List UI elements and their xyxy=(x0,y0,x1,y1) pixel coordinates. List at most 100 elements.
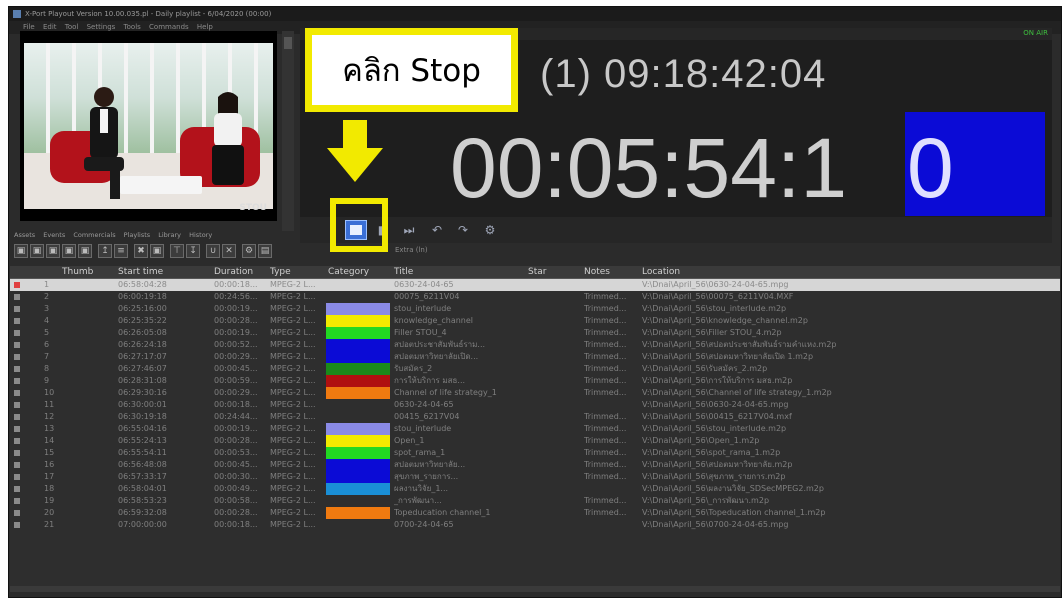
menu-file[interactable]: File xyxy=(23,23,35,31)
tab-history[interactable]: History xyxy=(189,231,212,239)
tab-events[interactable]: Events xyxy=(43,231,65,239)
table-row[interactable]: 21 07:00:00:00 00:00:18... MPEG-2 L... 0700-… xyxy=(10,519,1060,531)
row-number: 5 xyxy=(44,328,50,337)
table-row[interactable]: 18 06:58:04:01 00:00:49... MPEG-2 L... ผลงาน… xyxy=(10,483,1060,495)
menu-help[interactable]: Help xyxy=(197,23,213,31)
list-icon[interactable]: ≡ xyxy=(114,244,128,258)
table-row[interactable]: 13 06:55:04:16 00:00:19... MPEG-2 L... stou_… xyxy=(10,423,1060,435)
row-title: 0630-24-04-65 xyxy=(394,400,454,409)
row-status-icon xyxy=(14,486,20,492)
table-row[interactable]: 14 06:55:24:13 00:00:28... MPEG-2 L... Open_… xyxy=(10,435,1060,447)
table-row[interactable]: 12 06:30:19:18 00:24:44... MPEG-2 L... 00415… xyxy=(10,411,1060,423)
row-title: สปอตประชาสัมพันธ์ราม... xyxy=(394,340,486,349)
table-row[interactable]: 4 06:25:35:22 00:00:28... MPEG-2 L... knowle… xyxy=(10,315,1060,327)
filter-icon[interactable]: ⊤ xyxy=(170,244,184,258)
table-row[interactable]: 5 06:26:05:08 00:00:19... MPEG-2 L... Filler… xyxy=(10,327,1060,339)
table-row[interactable]: 16 06:56:48:08 00:00:45... MPEG-2 L... สปอตม… xyxy=(10,459,1060,471)
table-row[interactable]: 10 06:29:30:16 00:00:29... MPEG-2 L... Chann… xyxy=(10,387,1060,399)
col-star[interactable]: Star xyxy=(528,266,546,278)
row-start-time: 06:59:32:08 xyxy=(118,508,167,517)
row-number: 19 xyxy=(44,496,55,505)
menu-edit[interactable]: Edit xyxy=(43,23,57,31)
table-row[interactable]: 19 06:58:53:23 00:00:58... MPEG-2 L... _การพ… xyxy=(10,495,1060,507)
col-notes[interactable]: Notes xyxy=(584,266,610,278)
gear-icon[interactable]: ⚙ xyxy=(242,244,256,258)
row-status-icon xyxy=(14,402,20,408)
row-location: V:\Dnai\April_56\Filler STOU_4.m2p xyxy=(642,328,782,337)
row-start-time: 06:58:04:28 xyxy=(118,280,167,289)
row-number: 15 xyxy=(44,448,55,457)
col-title[interactable]: Title xyxy=(394,266,413,278)
row-duration: 00:00:45... xyxy=(214,460,258,469)
tab-playlists[interactable]: Playlists xyxy=(124,231,151,239)
row-status-icon xyxy=(14,306,20,312)
tab-commercials[interactable]: Commercials xyxy=(73,231,115,239)
row-location: V:\Dnai\April_56\stou_interlude.m2p xyxy=(642,424,787,433)
table-row[interactable]: 20 06:59:32:08 00:00:28... MPEG-2 L... Toped… xyxy=(10,507,1060,519)
row-location: V:\Dnai\April_56\Topeducation channel_1.… xyxy=(642,508,826,517)
row-duration: 00:00:29... xyxy=(214,388,258,397)
insert-icon[interactable]: ▣ xyxy=(78,244,92,258)
col-category[interactable]: Category xyxy=(328,266,369,278)
table-row[interactable]: 17 06:57:33:17 00:00:30... MPEG-2 L... สุขภา… xyxy=(10,471,1060,483)
row-duration: 00:00:28... xyxy=(214,508,258,517)
undo-icon[interactable]: ↶ xyxy=(430,223,444,237)
row-title: knowledge_channel xyxy=(394,316,474,325)
current-timecode: (1) 09:18:42:04 xyxy=(540,52,827,96)
next-icon[interactable]: ⏭ xyxy=(402,223,416,237)
move-up-icon[interactable]: ↥ xyxy=(98,244,112,258)
table-row[interactable]: 3 06:25:16:00 00:00:19... MPEG-2 L... stou_i… xyxy=(10,303,1060,315)
row-notes: Trimmed... xyxy=(584,460,627,469)
properties-icon[interactable]: ▤ xyxy=(258,244,272,258)
row-title: 0700-24-04-65 xyxy=(394,520,454,529)
col-location[interactable]: Location xyxy=(642,266,680,278)
preview-scrollbar[interactable] xyxy=(282,31,294,231)
row-number: 18 xyxy=(44,484,55,493)
new-icon[interactable]: ▣ xyxy=(14,244,28,258)
col-thumb[interactable]: Thumb xyxy=(62,266,93,278)
table-row[interactable]: 1 06:58:04:28 00:00:18... MPEG-2 L... 0630-2… xyxy=(10,279,1060,291)
row-type: MPEG-2 L... xyxy=(270,424,316,433)
row-notes: Trimmed... xyxy=(584,388,627,397)
tab-library[interactable]: Library xyxy=(158,231,181,239)
table-row[interactable]: 9 06:28:31:08 00:00:59... MPEG-2 L... การให้… xyxy=(10,375,1060,387)
save-icon[interactable]: ▣ xyxy=(46,244,60,258)
down-icon[interactable]: ↧ xyxy=(186,244,200,258)
col-start-time[interactable]: Start time xyxy=(118,266,163,278)
row-start-time: 06:55:54:11 xyxy=(118,448,167,457)
table-row[interactable]: 6 06:26:24:18 00:00:52... MPEG-2 L... สปอตปร… xyxy=(10,339,1060,351)
col-duration[interactable]: Duration xyxy=(214,266,253,278)
open-icon[interactable]: ▣ xyxy=(30,244,44,258)
row-category-swatch xyxy=(326,387,390,399)
shuffle-icon[interactable]: ✕ xyxy=(222,244,236,258)
menu-tools[interactable]: Tools xyxy=(124,23,141,31)
row-category-swatch xyxy=(326,423,390,435)
row-status-icon xyxy=(14,318,20,324)
row-notes: Trimmed... xyxy=(584,376,627,385)
link-icon[interactable]: ∪ xyxy=(206,244,220,258)
row-duration: 00:00:58... xyxy=(214,496,258,505)
row-category-swatch xyxy=(326,459,390,471)
delete-icon[interactable]: ✖ xyxy=(134,244,148,258)
grid-horizontal-scrollbar[interactable] xyxy=(10,586,1060,592)
table-row[interactable]: 2 06:00:19:18 00:24:56... MPEG-2 L... 00075_… xyxy=(10,291,1060,303)
table-row[interactable]: 7 06:27:17:07 00:00:29... MPEG-2 L... สปอตมห… xyxy=(10,351,1060,363)
row-start-time: 06:25:35:22 xyxy=(118,316,167,325)
table-row[interactable]: 15 06:55:54:11 00:00:53... MPEG-2 L... spot_… xyxy=(10,447,1060,459)
table-row[interactable]: 11 06:30:00:01 00:00:18... MPEG-2 L... 0630-… xyxy=(10,399,1060,411)
clear-icon[interactable]: ▣ xyxy=(150,244,164,258)
row-type: MPEG-2 L... xyxy=(270,520,316,529)
row-title: _การพัฒนา... xyxy=(394,496,442,505)
tab-assets[interactable]: Assets xyxy=(14,231,35,239)
settings-icon[interactable]: ⚙ xyxy=(483,223,497,237)
table-row[interactable]: 8 06:27:46:07 00:00:45... MPEG-2 L... รับสมั… xyxy=(10,363,1060,375)
redo-icon[interactable]: ↷ xyxy=(456,223,470,237)
row-category-swatch xyxy=(326,303,390,315)
menu-settings[interactable]: Settings xyxy=(87,23,116,31)
menu-tool[interactable]: Tool xyxy=(65,23,79,31)
append-icon[interactable]: ▣ xyxy=(62,244,76,258)
menu-commands[interactable]: Commands xyxy=(149,23,189,31)
col-type[interactable]: Type xyxy=(270,266,291,278)
remaining-timecode-last-digit: 0 xyxy=(907,121,954,215)
row-location: V:\Dnai\April_56\00415_6217V04.mxf xyxy=(642,412,792,421)
